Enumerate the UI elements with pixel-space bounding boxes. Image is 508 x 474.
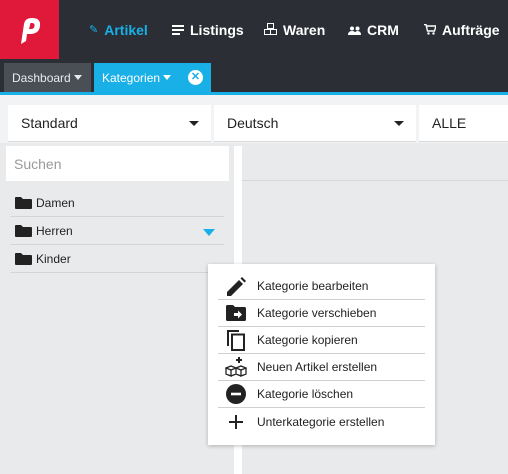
language-select[interactable]: Deutsch bbox=[214, 105, 416, 142]
nav-auftraege-label: Aufträge bbox=[442, 21, 500, 38]
tree-item-label: Kinder bbox=[36, 251, 71, 266]
nav-crm[interactable]: CRM bbox=[348, 0, 399, 59]
menu-item-label: Unterkategorie erstellen bbox=[257, 414, 385, 429]
tree-item-label: Herren bbox=[36, 223, 73, 238]
menu-item-edit-category[interactable]: Kategorie bearbeiten bbox=[218, 273, 425, 300]
plus-icon bbox=[225, 411, 247, 433]
folder-icon bbox=[15, 196, 32, 209]
list-icon bbox=[172, 22, 184, 38]
tab-dashboard[interactable]: Dashboard bbox=[4, 63, 91, 92]
menu-item-label: Kategorie verschieben bbox=[257, 306, 377, 320]
menu-item-new-article[interactable]: Neuen Artikel erstellen bbox=[218, 354, 425, 381]
menu-item-label: Kategorie löschen bbox=[257, 387, 354, 401]
nav-artikel-label: Artikel bbox=[104, 21, 148, 38]
context-menu: Kategorie bearbeiten Kategorie verschieb… bbox=[208, 264, 435, 445]
expand-caret-icon[interactable] bbox=[203, 229, 215, 236]
nav-auftraege[interactable]: Aufträge bbox=[424, 0, 500, 59]
close-icon[interactable]: ✕ bbox=[188, 70, 203, 85]
chevron-down-icon bbox=[189, 121, 199, 126]
language-select-value: Deutsch bbox=[227, 115, 279, 131]
menu-item-move-category[interactable]: Kategorie verschieben bbox=[218, 300, 425, 327]
nav-crm-label: CRM bbox=[367, 21, 399, 38]
menu-item-label: Kategorie bearbeiten bbox=[257, 279, 369, 293]
menu-item-delete-category[interactable]: Kategorie löschen bbox=[218, 381, 425, 408]
scope-select[interactable]: ALLE bbox=[419, 105, 508, 142]
menu-item-create-subcategory[interactable]: Unterkategorie erstellen bbox=[218, 408, 425, 435]
menu-item-label: Kategorie kopieren bbox=[257, 333, 358, 347]
nav-waren[interactable]: Waren bbox=[264, 0, 325, 59]
menu-item-copy-category[interactable]: Kategorie kopieren bbox=[218, 327, 425, 354]
copy-icon bbox=[225, 329, 247, 351]
logo-icon bbox=[20, 17, 40, 44]
view-select[interactable]: Standard bbox=[8, 105, 211, 142]
app-logo[interactable] bbox=[0, 0, 59, 59]
tree-item-label: Damen bbox=[36, 195, 75, 210]
scope-select-value: ALLE bbox=[432, 115, 467, 131]
nav-listings-label: Listings bbox=[190, 21, 244, 38]
tab-kategorien-label: Kategorien bbox=[102, 70, 161, 85]
search-input[interactable] bbox=[6, 146, 229, 181]
tree-item-kinder[interactable]: Kinder bbox=[10, 245, 224, 273]
folder-icon bbox=[15, 224, 32, 237]
nav-artikel[interactable]: ✎ Artikel bbox=[89, 0, 148, 59]
tree-item-herren[interactable]: Herren bbox=[10, 217, 224, 245]
chevron-down-icon bbox=[73, 75, 82, 80]
detail-pane-divider bbox=[242, 180, 508, 181]
nav-listings[interactable]: Listings bbox=[172, 0, 244, 59]
new-item-boxes-icon bbox=[225, 356, 247, 378]
nav-waren-label: Waren bbox=[283, 21, 326, 38]
tab-kategorien[interactable]: Kategorien ✕ bbox=[94, 63, 211, 92]
menu-item-label: Neuen Artikel erstellen bbox=[257, 360, 378, 374]
tab-dashboard-label: Dashboard bbox=[12, 70, 71, 85]
folder-icon bbox=[15, 252, 32, 265]
view-select-value: Standard bbox=[21, 115, 78, 131]
tree-item-damen[interactable]: Damen bbox=[10, 189, 224, 217]
boxes-icon bbox=[264, 22, 277, 38]
cart-icon bbox=[424, 22, 437, 38]
minus-circle-icon bbox=[225, 383, 247, 405]
pencil-icon bbox=[225, 275, 247, 297]
chevron-down-icon bbox=[163, 75, 172, 80]
tag-icon: ✎ bbox=[89, 24, 99, 36]
folder-move-icon bbox=[225, 302, 247, 324]
people-icon bbox=[348, 22, 361, 38]
chevron-down-icon bbox=[394, 121, 404, 126]
